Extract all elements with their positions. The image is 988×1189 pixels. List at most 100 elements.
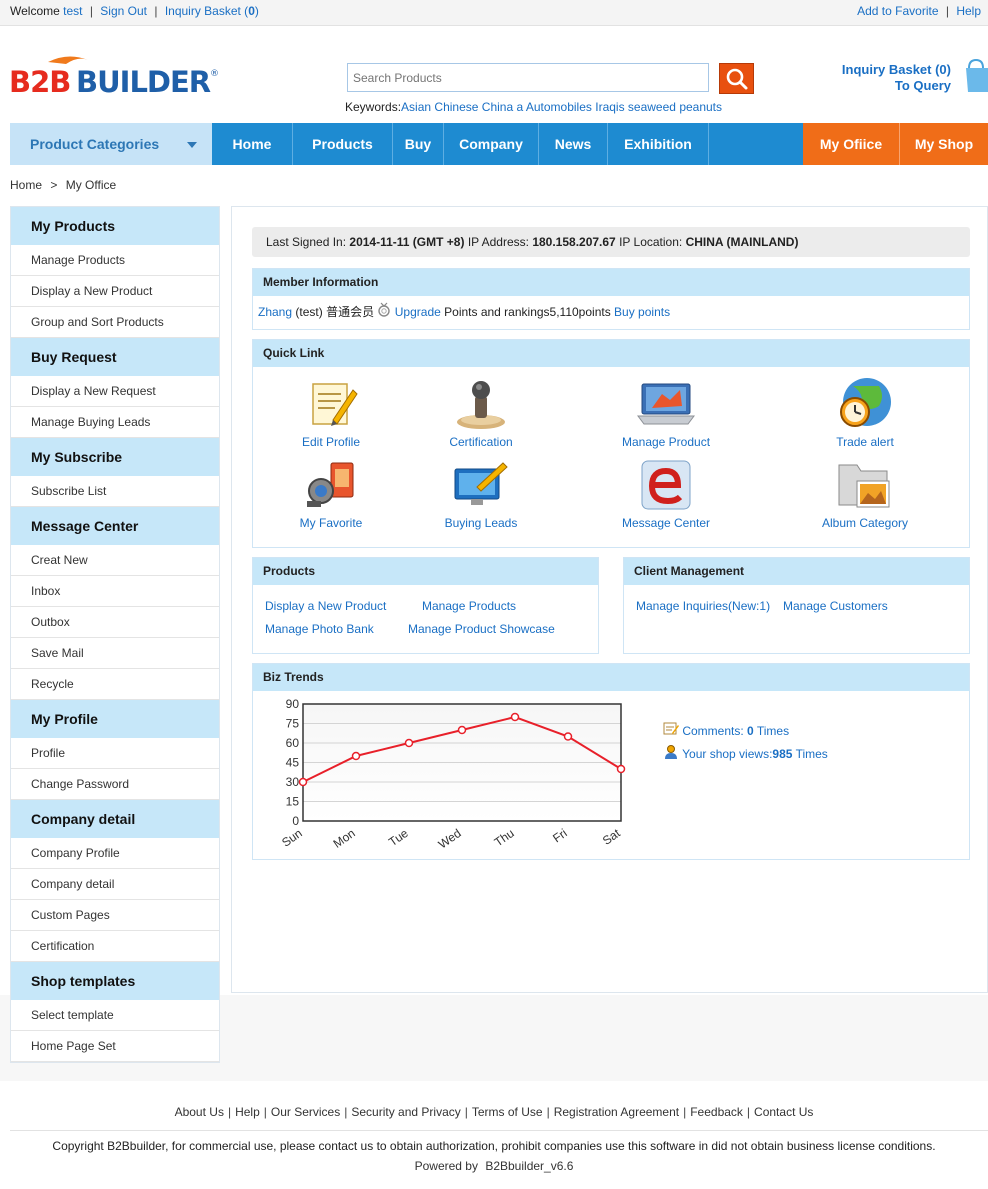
nav-news[interactable]: News: [539, 123, 608, 165]
products-box: Products Display a New Product Manage Pr…: [252, 557, 599, 654]
nav-company[interactable]: Company: [444, 123, 539, 165]
sidebar-item-profile[interactable]: Profile: [11, 738, 219, 769]
quick-link-label: Album Category: [821, 516, 909, 530]
keyword-link[interactable]: Automobiles: [526, 100, 592, 114]
chart-data-point: [616, 764, 626, 774]
footer-link-services[interactable]: Our Services: [271, 1105, 340, 1119]
chart-x-tick-label: Sat: [600, 826, 623, 848]
nav-home[interactable]: Home: [212, 123, 293, 165]
nav-my-shop[interactable]: My Shop: [900, 123, 988, 165]
sidebar-heading: My Products: [11, 207, 219, 245]
quick-link-label: Buying Leads: [444, 516, 518, 530]
shopping-bag-icon[interactable]: [963, 58, 988, 94]
footer-link-contact[interactable]: Contact Us: [754, 1105, 813, 1119]
sidebar-item-display-new-product[interactable]: Display a New Product: [11, 276, 219, 307]
upgrade-link[interactable]: Upgrade: [395, 305, 441, 319]
footer-link-terms[interactable]: Terms of Use: [472, 1105, 543, 1119]
nav-products[interactable]: Products: [293, 123, 393, 165]
sidebar-item-company-detail[interactable]: Company detail: [11, 869, 219, 900]
quick-link-buying-leads[interactable]: Buying Leads: [421, 457, 541, 530]
header-basket[interactable]: Inquiry Basket (0) To Query: [820, 62, 951, 94]
manage-product-showcase-link[interactable]: Manage Product Showcase: [408, 622, 555, 636]
footer-link-help[interactable]: Help: [235, 1105, 260, 1119]
sidebar-item-select-template[interactable]: Select template: [11, 1000, 219, 1031]
keyword-link[interactable]: China: [482, 100, 513, 114]
search-input[interactable]: [348, 64, 708, 91]
sidebar-item-display-new-request[interactable]: Display a New Request: [11, 376, 219, 407]
keyword-link[interactable]: Asian: [401, 100, 431, 114]
sidebar-item-certification[interactable]: Certification: [11, 931, 219, 962]
footer-link-security[interactable]: Security and Privacy: [351, 1105, 460, 1119]
shop-views-unit: Times: [795, 747, 828, 761]
shop-views-label[interactable]: Your shop views:: [682, 747, 772, 761]
username-link[interactable]: test: [63, 4, 82, 18]
buy-points-link[interactable]: Buy points: [614, 305, 670, 319]
member-info-title: Member Information: [253, 269, 969, 296]
laptop-icon: [637, 383, 695, 425]
sidebar-item-outbox[interactable]: Outbox: [11, 607, 219, 638]
sidebar-heading: Company detail: [11, 800, 219, 838]
display-new-product-link[interactable]: Display a New Product: [265, 599, 386, 613]
member-name-link[interactable]: Zhang: [258, 305, 292, 319]
sidebar-item-recycle[interactable]: Recycle: [11, 669, 219, 700]
nav-buy[interactable]: Buy: [393, 123, 444, 165]
quick-link-certification[interactable]: Certification: [421, 376, 541, 449]
to-query-link[interactable]: To Query: [820, 78, 951, 94]
sidebar-item-group-sort-products[interactable]: Group and Sort Products: [11, 307, 219, 338]
separator: |: [89, 4, 93, 18]
chart-y-tick-label: 15: [286, 795, 300, 809]
quick-link-edit-profile[interactable]: Edit Profile: [271, 376, 391, 449]
keyword-link[interactable]: Iraqis: [595, 100, 624, 114]
sidebar-item-home-page-set[interactable]: Home Page Set: [11, 1031, 219, 1062]
chart-data-point: [404, 738, 414, 748]
quick-link-my-favorite[interactable]: My Favorite: [271, 457, 391, 530]
footer-link-about[interactable]: About Us: [175, 1105, 224, 1119]
chart-data-point: [457, 725, 467, 735]
sidebar-item-subscribe-list[interactable]: Subscribe List: [11, 476, 219, 507]
quick-link-trade-alert[interactable]: Trade alert: [805, 376, 925, 449]
sidebar-item-manage-buying-leads[interactable]: Manage Buying Leads: [11, 407, 219, 438]
sign-out-link[interactable]: Sign Out: [100, 4, 147, 18]
comments-label[interactable]: Comments:: [682, 724, 743, 738]
manage-products-link[interactable]: Manage Products: [422, 599, 516, 613]
quick-link-message-center[interactable]: Message Center: [606, 457, 726, 530]
search-field[interactable]: [347, 63, 709, 92]
keyword-link[interactable]: a: [516, 100, 523, 114]
keyword-link[interactable]: peanuts: [679, 100, 722, 114]
separator: |: [683, 1105, 687, 1119]
quick-link-manage-product[interactable]: Manage Product: [606, 376, 726, 449]
search-button[interactable]: [719, 63, 754, 94]
sidebar-item-save-mail[interactable]: Save Mail: [11, 638, 219, 669]
favorite-speaker-icon: [307, 462, 354, 507]
inquiry-basket-link[interactable]: Inquiry Basket (0): [165, 4, 259, 18]
footer-link-registration[interactable]: Registration Agreement: [554, 1105, 679, 1119]
keyword-link[interactable]: Chinese: [434, 100, 478, 114]
manage-customers-link[interactable]: Manage Customers: [783, 599, 888, 613]
sidebar-heading: Shop templates: [11, 962, 219, 1000]
sidebar-item-inbox[interactable]: Inbox: [11, 576, 219, 607]
sidebar-item-manage-products[interactable]: Manage Products: [11, 245, 219, 276]
sidebar-item-creat-new[interactable]: Creat New: [11, 545, 219, 576]
footer-link-feedback[interactable]: Feedback: [690, 1105, 743, 1119]
keyword-link[interactable]: seaweed: [628, 100, 676, 114]
chart-x-tick-label: Mon: [331, 826, 358, 851]
copyright-text: Copyright B2Bbuilder, for commercial use…: [52, 1139, 936, 1153]
manage-inquiries-link[interactable]: Manage Inquiries(New:1): [636, 599, 770, 613]
product-categories-menu[interactable]: Product Categories: [10, 123, 212, 165]
sidebar-item-custom-pages[interactable]: Custom Pages: [11, 900, 219, 931]
comments-stat: Comments: 0 Times: [663, 722, 789, 738]
nav-my-office[interactable]: My Ofiice: [803, 123, 900, 165]
manage-photo-bank-link[interactable]: Manage Photo Bank: [265, 622, 374, 636]
quick-link-album-category[interactable]: Album Category: [805, 457, 925, 530]
sidebar-item-change-password[interactable]: Change Password: [11, 769, 219, 800]
header-basket-link[interactable]: Inquiry Basket (0): [820, 62, 951, 78]
nav-exhibition[interactable]: Exhibition: [608, 123, 709, 165]
breadcrumb-home[interactable]: Home: [10, 178, 42, 192]
site-logo[interactable]: B2B BUILDER ®: [8, 54, 223, 100]
sidebar-item-company-profile[interactable]: Company Profile: [11, 838, 219, 869]
member-level: 普通会员: [326, 305, 375, 319]
chart-data-point: [563, 732, 573, 741]
add-favorite-link[interactable]: Add to Favorite: [857, 4, 938, 18]
top-bar: Welcome test | Sign Out | Inquiry Basket…: [0, 0, 988, 26]
help-link[interactable]: Help: [956, 4, 981, 18]
